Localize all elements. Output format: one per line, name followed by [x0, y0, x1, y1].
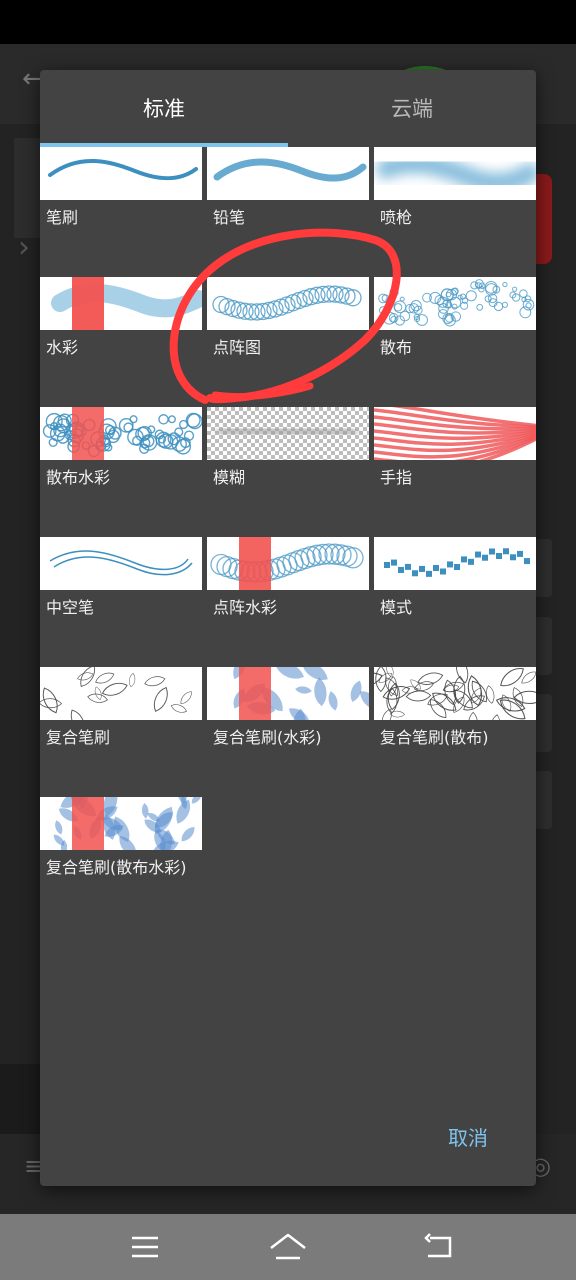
- brush-item-pattern[interactable]: 模式: [374, 537, 536, 647]
- composite-scatter-watercolor-stroke-thumbnail: [40, 797, 202, 850]
- brush-label: 模糊: [213, 468, 246, 487]
- watercolor-stroke-thumbnail: [40, 277, 202, 330]
- brush-label: 散布: [380, 338, 413, 357]
- blur-stroke-thumbnail: [207, 407, 369, 460]
- brush-label: 笔刷: [46, 208, 79, 227]
- background-right-panel: [534, 771, 552, 829]
- finger-stroke-thumbnail: [374, 407, 536, 460]
- tab-cloud[interactable]: 云端: [288, 70, 536, 146]
- pencil-stroke-thumbnail: [207, 147, 369, 200]
- airbrush-stroke-thumbnail: [374, 147, 536, 200]
- brush-label: 模式: [380, 598, 413, 617]
- brush-item-hollow-pen[interactable]: 中空笔: [40, 537, 202, 647]
- brush-item-pencil[interactable]: 铅笔: [207, 147, 369, 257]
- brush-label: 手指: [380, 468, 413, 487]
- background-right-panel: [534, 617, 552, 675]
- brush-item-composite-scatter[interactable]: 复合笔刷(散布): [374, 667, 536, 777]
- tab-standard[interactable]: 标准: [40, 70, 288, 146]
- brush-item-bitmap[interactable]: 点阵图: [207, 277, 369, 387]
- brush-item-bitmap-watercolor[interactable]: 点阵水彩: [207, 537, 369, 647]
- brush-label: 点阵水彩: [213, 598, 278, 617]
- brush-item-composite-watercolor[interactable]: 复合笔刷(水彩): [207, 667, 369, 777]
- bitmap-stroke-thumbnail: [207, 277, 369, 330]
- background-right-panel: [534, 694, 552, 752]
- brush-label: 喷枪: [380, 208, 413, 227]
- composite-scatter-stroke-thumbnail: [374, 667, 536, 720]
- brush-item-composite-scatter-watercolor[interactable]: 复合笔刷(散布水彩): [40, 797, 202, 927]
- background-chevron-icon: ›: [18, 230, 30, 265]
- status-bar: [0, 0, 576, 44]
- cancel-button[interactable]: 取消: [448, 1122, 488, 1151]
- hollow-pen-stroke-thumbnail: [40, 537, 202, 590]
- background-left-panel: [0, 1064, 40, 1134]
- back-icon[interactable]: [418, 1226, 460, 1268]
- brush-label: 散布水彩: [46, 468, 111, 487]
- brush-label: 复合笔刷(散布水彩): [46, 858, 187, 877]
- brush-stroke-thumbnail: [40, 147, 202, 200]
- brush-label: 复合笔刷(散布): [380, 728, 489, 747]
- brush-item-watercolor[interactable]: 水彩: [40, 277, 202, 387]
- brush-label: 复合笔刷: [46, 728, 111, 747]
- brush-item-composite[interactable]: 复合笔刷: [40, 667, 202, 777]
- brush-item-finger[interactable]: 手指: [374, 407, 536, 517]
- composite-watercolor-stroke-thumbnail: [207, 667, 369, 720]
- brush-item-airbrush[interactable]: 喷枪: [374, 147, 536, 257]
- scatter-watercolor-stroke-thumbnail: [40, 407, 202, 460]
- scatter-stroke-thumbnail: [374, 277, 536, 330]
- composite-brush-stroke-thumbnail: [40, 667, 202, 720]
- brush-label: 点阵图: [213, 338, 262, 357]
- brush-picker-dialog: 标准 云端 笔刷 铅笔 喷枪 水彩 点阵图 散布 散布水彩 模糊 手指 中空笔 …: [40, 70, 536, 1186]
- brush-item-pen[interactable]: 笔刷: [40, 147, 202, 257]
- background-right-panel: [534, 539, 552, 597]
- pattern-stroke-thumbnail: [374, 537, 536, 590]
- system-navigation-bar: [0, 1214, 576, 1280]
- tab-bar: 标准 云端: [40, 70, 536, 147]
- menu-icon[interactable]: [124, 1226, 166, 1268]
- home-icon[interactable]: [267, 1226, 309, 1268]
- brush-label: 铅笔: [213, 208, 246, 227]
- brush-item-scatter[interactable]: 散布: [374, 277, 536, 387]
- brush-item-blur[interactable]: 模糊: [207, 407, 369, 517]
- bitmap-watercolor-stroke-thumbnail: [207, 537, 369, 590]
- brush-item-scatter-watercolor[interactable]: 散布水彩: [40, 407, 202, 517]
- brush-label: 中空笔: [46, 598, 95, 617]
- brush-label: 水彩: [46, 338, 79, 357]
- brush-label: 复合笔刷(水彩): [213, 728, 322, 747]
